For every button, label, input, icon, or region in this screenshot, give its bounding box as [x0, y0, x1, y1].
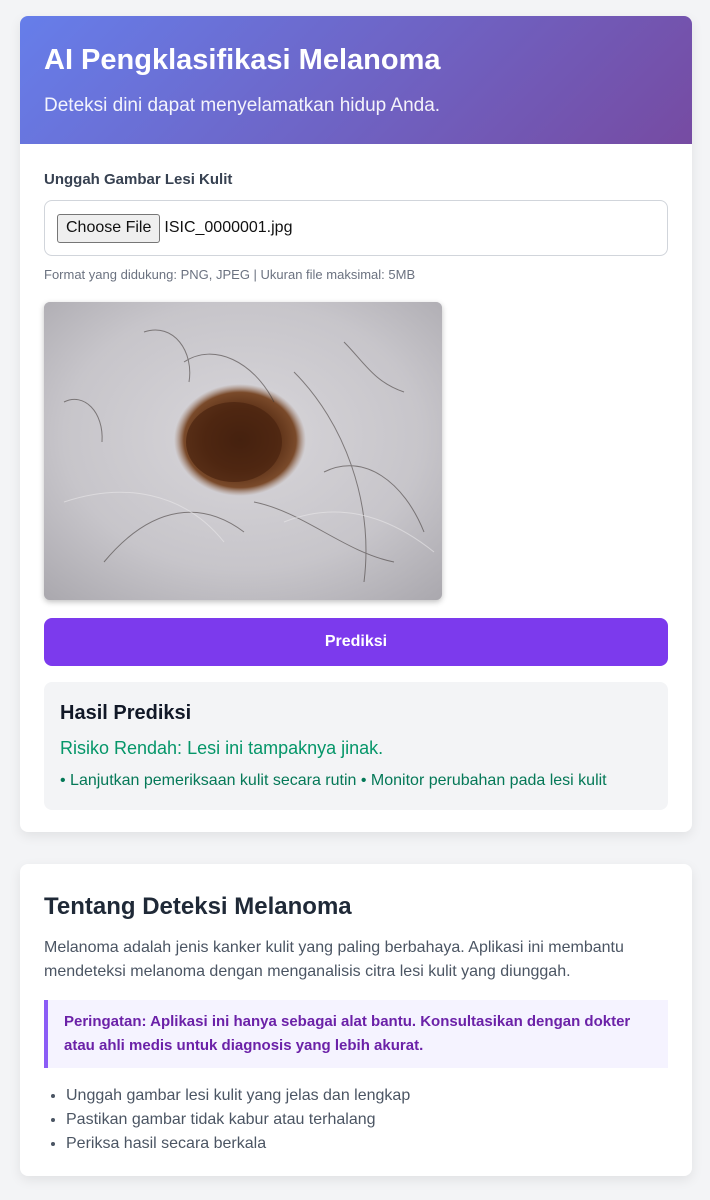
list-item: Periksa hasil secara berkala: [66, 1132, 668, 1156]
list-item: Pastikan gambar tidak kabur atau terhala…: [66, 1108, 668, 1132]
upload-section: Unggah Gambar Lesi Kulit Choose File ISI…: [20, 144, 692, 810]
lesion-image: [44, 302, 442, 600]
result-title: Hasil Prediksi: [60, 702, 192, 724]
classifier-card: AI Pengklasifikasi Melanoma Deteksi dini…: [20, 16, 692, 832]
selected-file-name: ISIC_0000001.jpg: [164, 219, 293, 236]
choose-file-button[interactable]: Choose File: [57, 213, 161, 243]
predict-button[interactable]: Prediksi: [44, 618, 668, 666]
upload-label: Unggah Gambar Lesi Kulit: [44, 171, 233, 188]
list-item: Unggah gambar lesi kulit yang jelas dan …: [66, 1084, 668, 1108]
tips-list: Unggah gambar lesi kulit yang jelas dan …: [44, 1084, 668, 1156]
info-title: Tentang Deteksi Melanoma: [44, 893, 352, 920]
info-card: Tentang Deteksi Melanoma Melanoma adalah…: [20, 864, 692, 1176]
warning-callout: Peringatan: Aplikasi ini hanya sebagai a…: [44, 1000, 668, 1068]
prediction-result-panel: Hasil Prediksi Risiko Rendah: Lesi ini t…: [44, 682, 668, 810]
file-input[interactable]: Choose File ISIC_0000001.jpg: [44, 200, 668, 256]
recommendation-text: • Lanjutkan pemeriksaan kulit secara rut…: [60, 772, 607, 789]
app-title: AI Pengklasifikasi Melanoma: [44, 44, 441, 76]
upload-hint: Format yang didukung: PNG, JPEG | Ukuran…: [44, 267, 416, 282]
risk-level-text: Risiko Rendah: Lesi ini tampaknya jinak.: [60, 738, 384, 758]
info-description: Melanoma adalah jenis kanker kulit yang …: [44, 939, 624, 980]
app-subtitle: Deteksi dini dapat menyelamatkan hidup A…: [44, 95, 441, 116]
lesion-image-preview: [44, 302, 442, 600]
app-header: AI Pengklasifikasi Melanoma Deteksi dini…: [20, 16, 692, 144]
